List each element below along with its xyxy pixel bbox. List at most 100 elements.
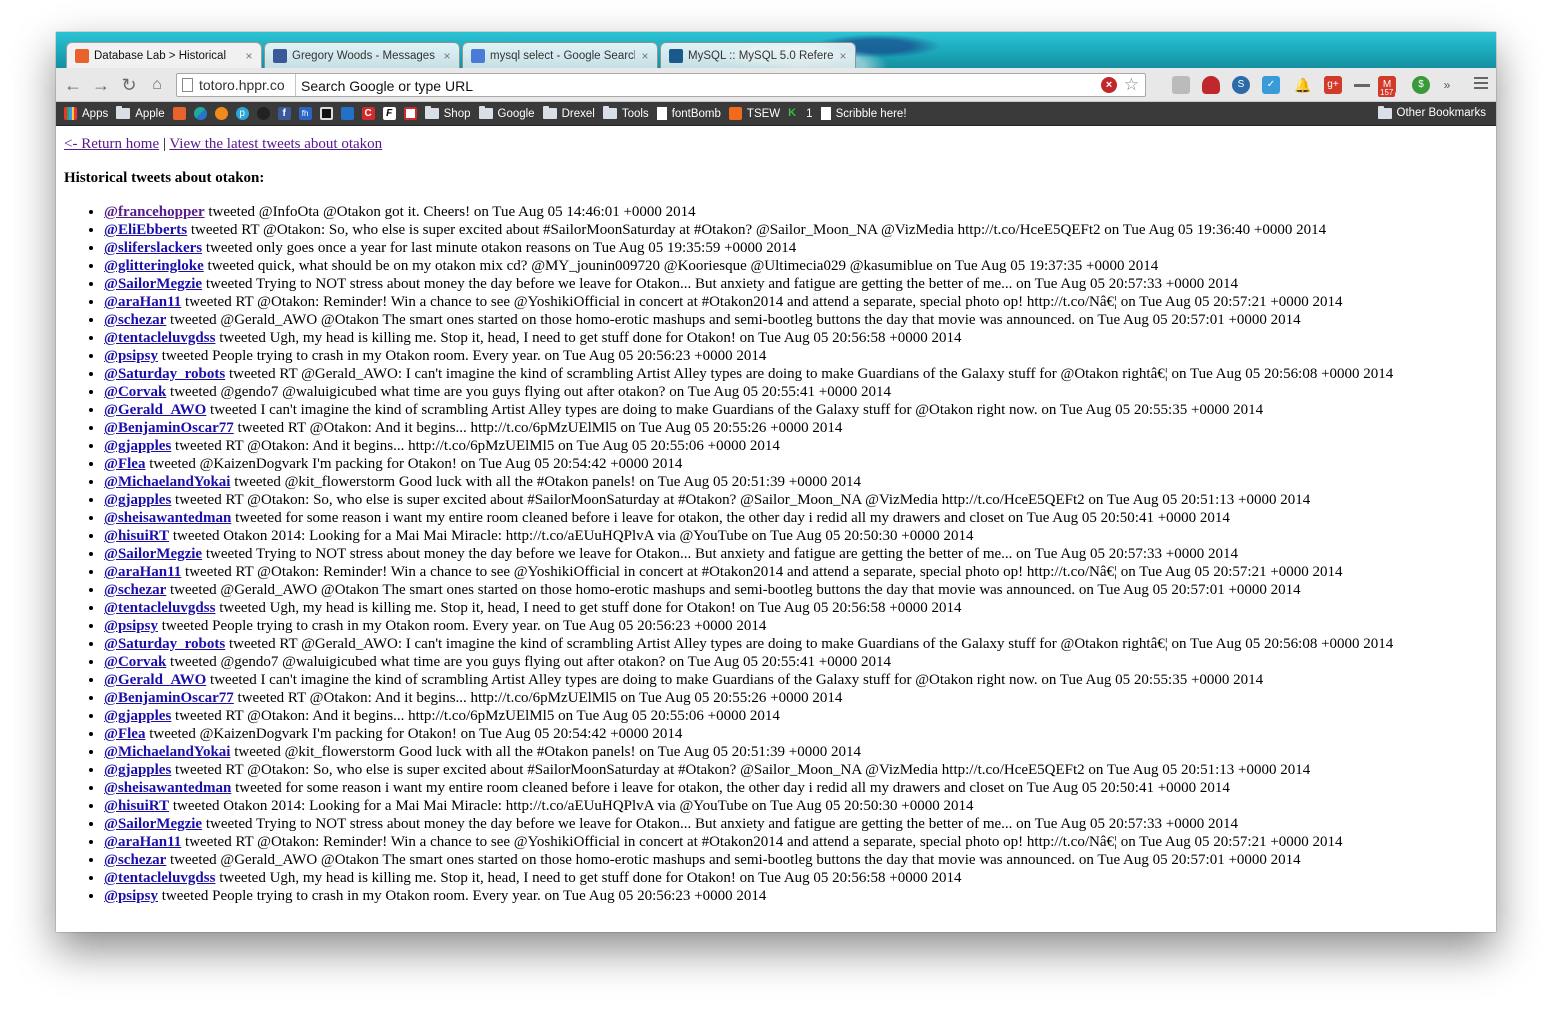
tweet-user-link[interactable]: @sheisawantedman <box>104 510 231 526</box>
bookmark-p[interactable]: p <box>235 107 249 120</box>
cast-icon[interactable] <box>1172 76 1190 94</box>
tweet-user-link[interactable]: @MichaelandYokai <box>104 474 230 490</box>
tweet-user-link[interactable]: @EliEbberts <box>104 222 187 238</box>
tweet-user-link[interactable]: @Corvak <box>104 654 166 670</box>
bookmark-other[interactable]: Other Bookmarks <box>1377 105 1486 119</box>
tweet-item: @psipsy tweeted People trying to crash i… <box>104 347 1488 365</box>
tweet-item: @Flea tweeted @KaizenDogvark I'm packing… <box>104 455 1488 473</box>
notification-bell-icon[interactable]: 🔔 <box>1294 76 1312 94</box>
skype-icon[interactable]: S <box>1232 76 1250 94</box>
extensions-overflow-icon[interactable]: » <box>1438 76 1456 94</box>
tweet-user-link[interactable]: @Saturday_robots <box>104 636 225 652</box>
tweet-user-link[interactable]: @gjapples <box>104 762 171 778</box>
tweet-user-link[interactable]: @Gerald_AWO <box>104 402 206 418</box>
bookmark-scribble[interactable]: Scribble here! <box>820 107 907 120</box>
tweet-user-link[interactable]: @sheisawantedman <box>104 780 231 796</box>
bookmark-tsew[interactable]: TSEW <box>728 107 780 120</box>
tab[interactable]: MySQL :: MySQL 5.0 Reference × <box>660 42 856 68</box>
bookmark-apple[interactable]: Apple <box>116 106 165 120</box>
tweet-user-link[interactable]: @psipsy <box>104 348 158 364</box>
tweet-user-link[interactable]: @schezar <box>104 312 166 328</box>
bookmark-codeanywhere[interactable] <box>172 107 186 120</box>
bookmark-label: Other Bookmarks <box>1396 107 1486 119</box>
bookmark-trello[interactable] <box>340 107 354 120</box>
bookmark-f[interactable]: F <box>382 107 396 120</box>
tweet-user-link[interactable]: @MichaelandYokai <box>104 744 230 760</box>
tweet-user-link[interactable]: @psipsy <box>104 618 158 634</box>
tweet-user-link[interactable]: @Gerald_AWO <box>104 672 206 688</box>
codeanywhere-icon <box>172 107 186 120</box>
forward-button[interactable]: → <box>90 74 112 96</box>
checklist-icon[interactable]: ✓ <box>1262 76 1280 94</box>
tweet-user-link[interactable]: @araHan11 <box>104 834 181 850</box>
tweet-user-link[interactable]: @tentacleluvgdss <box>104 330 215 346</box>
tweet-user-link[interactable]: @araHan11 <box>104 294 181 310</box>
bookmark-fontbomb[interactable]: fontBomb <box>656 107 721 120</box>
tweet-user-link[interactable]: @Flea <box>104 726 145 742</box>
tweet-user-link[interactable]: @Flea <box>104 456 145 472</box>
tweet-user-link[interactable]: @BenjaminOscar77 <box>104 420 234 436</box>
close-tab-icon[interactable]: × <box>243 49 255 63</box>
tab[interactable]: mysql select - Google Search × <box>462 42 658 68</box>
tweet-user-link[interactable]: @SailorMegzie <box>104 546 202 562</box>
red-logo-icon <box>403 107 417 120</box>
bookmark-fh[interactable]: fh <box>298 107 312 120</box>
tweet-user-link[interactable]: @Saturday_robots <box>104 366 225 382</box>
minus-extension-icon[interactable] <box>1354 76 1372 94</box>
bookmark-1[interactable]: K 1 <box>788 107 812 120</box>
tweet-user-link[interactable]: @SailorMegzie <box>104 276 202 292</box>
tweet-user-link[interactable]: @gjapples <box>104 708 171 724</box>
home-button[interactable]: ⌂ <box>146 74 168 96</box>
tab[interactable]: Gregory Woods - Messages × <box>264 42 460 68</box>
facebook-icon: f <box>277 107 291 120</box>
tweet-user-link[interactable]: @francehopper <box>104 204 205 220</box>
tweet-user-link[interactable]: @araHan11 <box>104 564 181 580</box>
tweet-user-link[interactable]: @gjapples <box>104 492 171 508</box>
tweet-user-link[interactable]: @glitteringloke <box>104 258 204 274</box>
tweet-user-link[interactable]: @Corvak <box>104 384 166 400</box>
bookmark-red[interactable] <box>403 107 417 120</box>
close-tab-icon[interactable]: × <box>441 49 453 63</box>
tweet-user-link[interactable]: @BenjaminOscar77 <box>104 690 234 706</box>
close-tab-icon[interactable]: × <box>837 49 849 63</box>
bookmark-drexel[interactable]: Drexel <box>542 106 595 120</box>
bookmark-dark[interactable] <box>256 107 270 120</box>
tweet-text: tweeted @gendo7 @waluigicubed what time … <box>166 384 892 400</box>
codeanywhere-icon <box>75 48 89 63</box>
google-plus-icon[interactable]: g+ <box>1324 76 1342 94</box>
latest-tweets-link[interactable]: View the latest tweets about otakon <box>169 136 382 152</box>
bookmark-shop[interactable]: Shop <box>424 106 471 120</box>
bookmark-apps[interactable]: Apps <box>64 107 108 120</box>
tweet-user-link[interactable]: @tentacleluvgdss <box>104 600 215 616</box>
tweet-user-link[interactable]: @schezar <box>104 852 166 868</box>
reload-button[interactable]: ↻ <box>118 74 140 96</box>
back-button[interactable]: ← <box>62 74 84 96</box>
tweet-user-link[interactable]: @psipsy <box>104 888 158 904</box>
tweet-user-link[interactable]: @hisuiRT <box>104 528 169 544</box>
bookmark-orange[interactable] <box>214 107 228 120</box>
chrome-menu-icon[interactable] <box>1474 77 1488 92</box>
tweet-user-link[interactable]: @hisuiRT <box>104 798 169 814</box>
close-tab-icon[interactable]: × <box>639 49 651 63</box>
search-placeholder[interactable]: Search Google or type URL <box>301 78 473 94</box>
tweet-user-link[interactable]: @tentacleluvgdss <box>104 870 215 886</box>
feedly-icon[interactable]: $ <box>1412 76 1430 94</box>
stop-icon[interactable]: × <box>1101 77 1117 93</box>
bookmark-c[interactable]: C <box>361 107 375 120</box>
bookmark-square[interactable] <box>319 107 333 120</box>
tweet-item: @MichaelandYokai tweeted @kit_flowerstor… <box>104 473 1488 491</box>
tab[interactable]: Database Lab > Historical × <box>66 42 262 68</box>
bookmark-google[interactable]: Google <box>478 106 535 120</box>
tweet-text: tweeted Trying to NOT stress about money… <box>202 276 1238 292</box>
address-bar[interactable]: totoro.hppr.co Search Google or type URL… <box>176 73 1146 97</box>
tweet-user-link[interactable]: @schezar <box>104 582 166 598</box>
bookmark-tools[interactable]: Tools <box>602 106 649 120</box>
tweet-user-link[interactable]: @gjapples <box>104 438 171 454</box>
bookmark-colored-icon[interactable] <box>193 107 207 120</box>
bookmark-star-icon[interactable]: ☆ <box>1124 75 1139 95</box>
turtle-extension-icon[interactable] <box>1202 76 1220 94</box>
bookmark-facebook[interactable]: f <box>277 107 291 120</box>
tweet-user-link[interactable]: @sliferslackers <box>104 240 202 256</box>
tweet-user-link[interactable]: @SailorMegzie <box>104 816 202 832</box>
return-home-link[interactable]: <- Return home <box>64 136 159 152</box>
